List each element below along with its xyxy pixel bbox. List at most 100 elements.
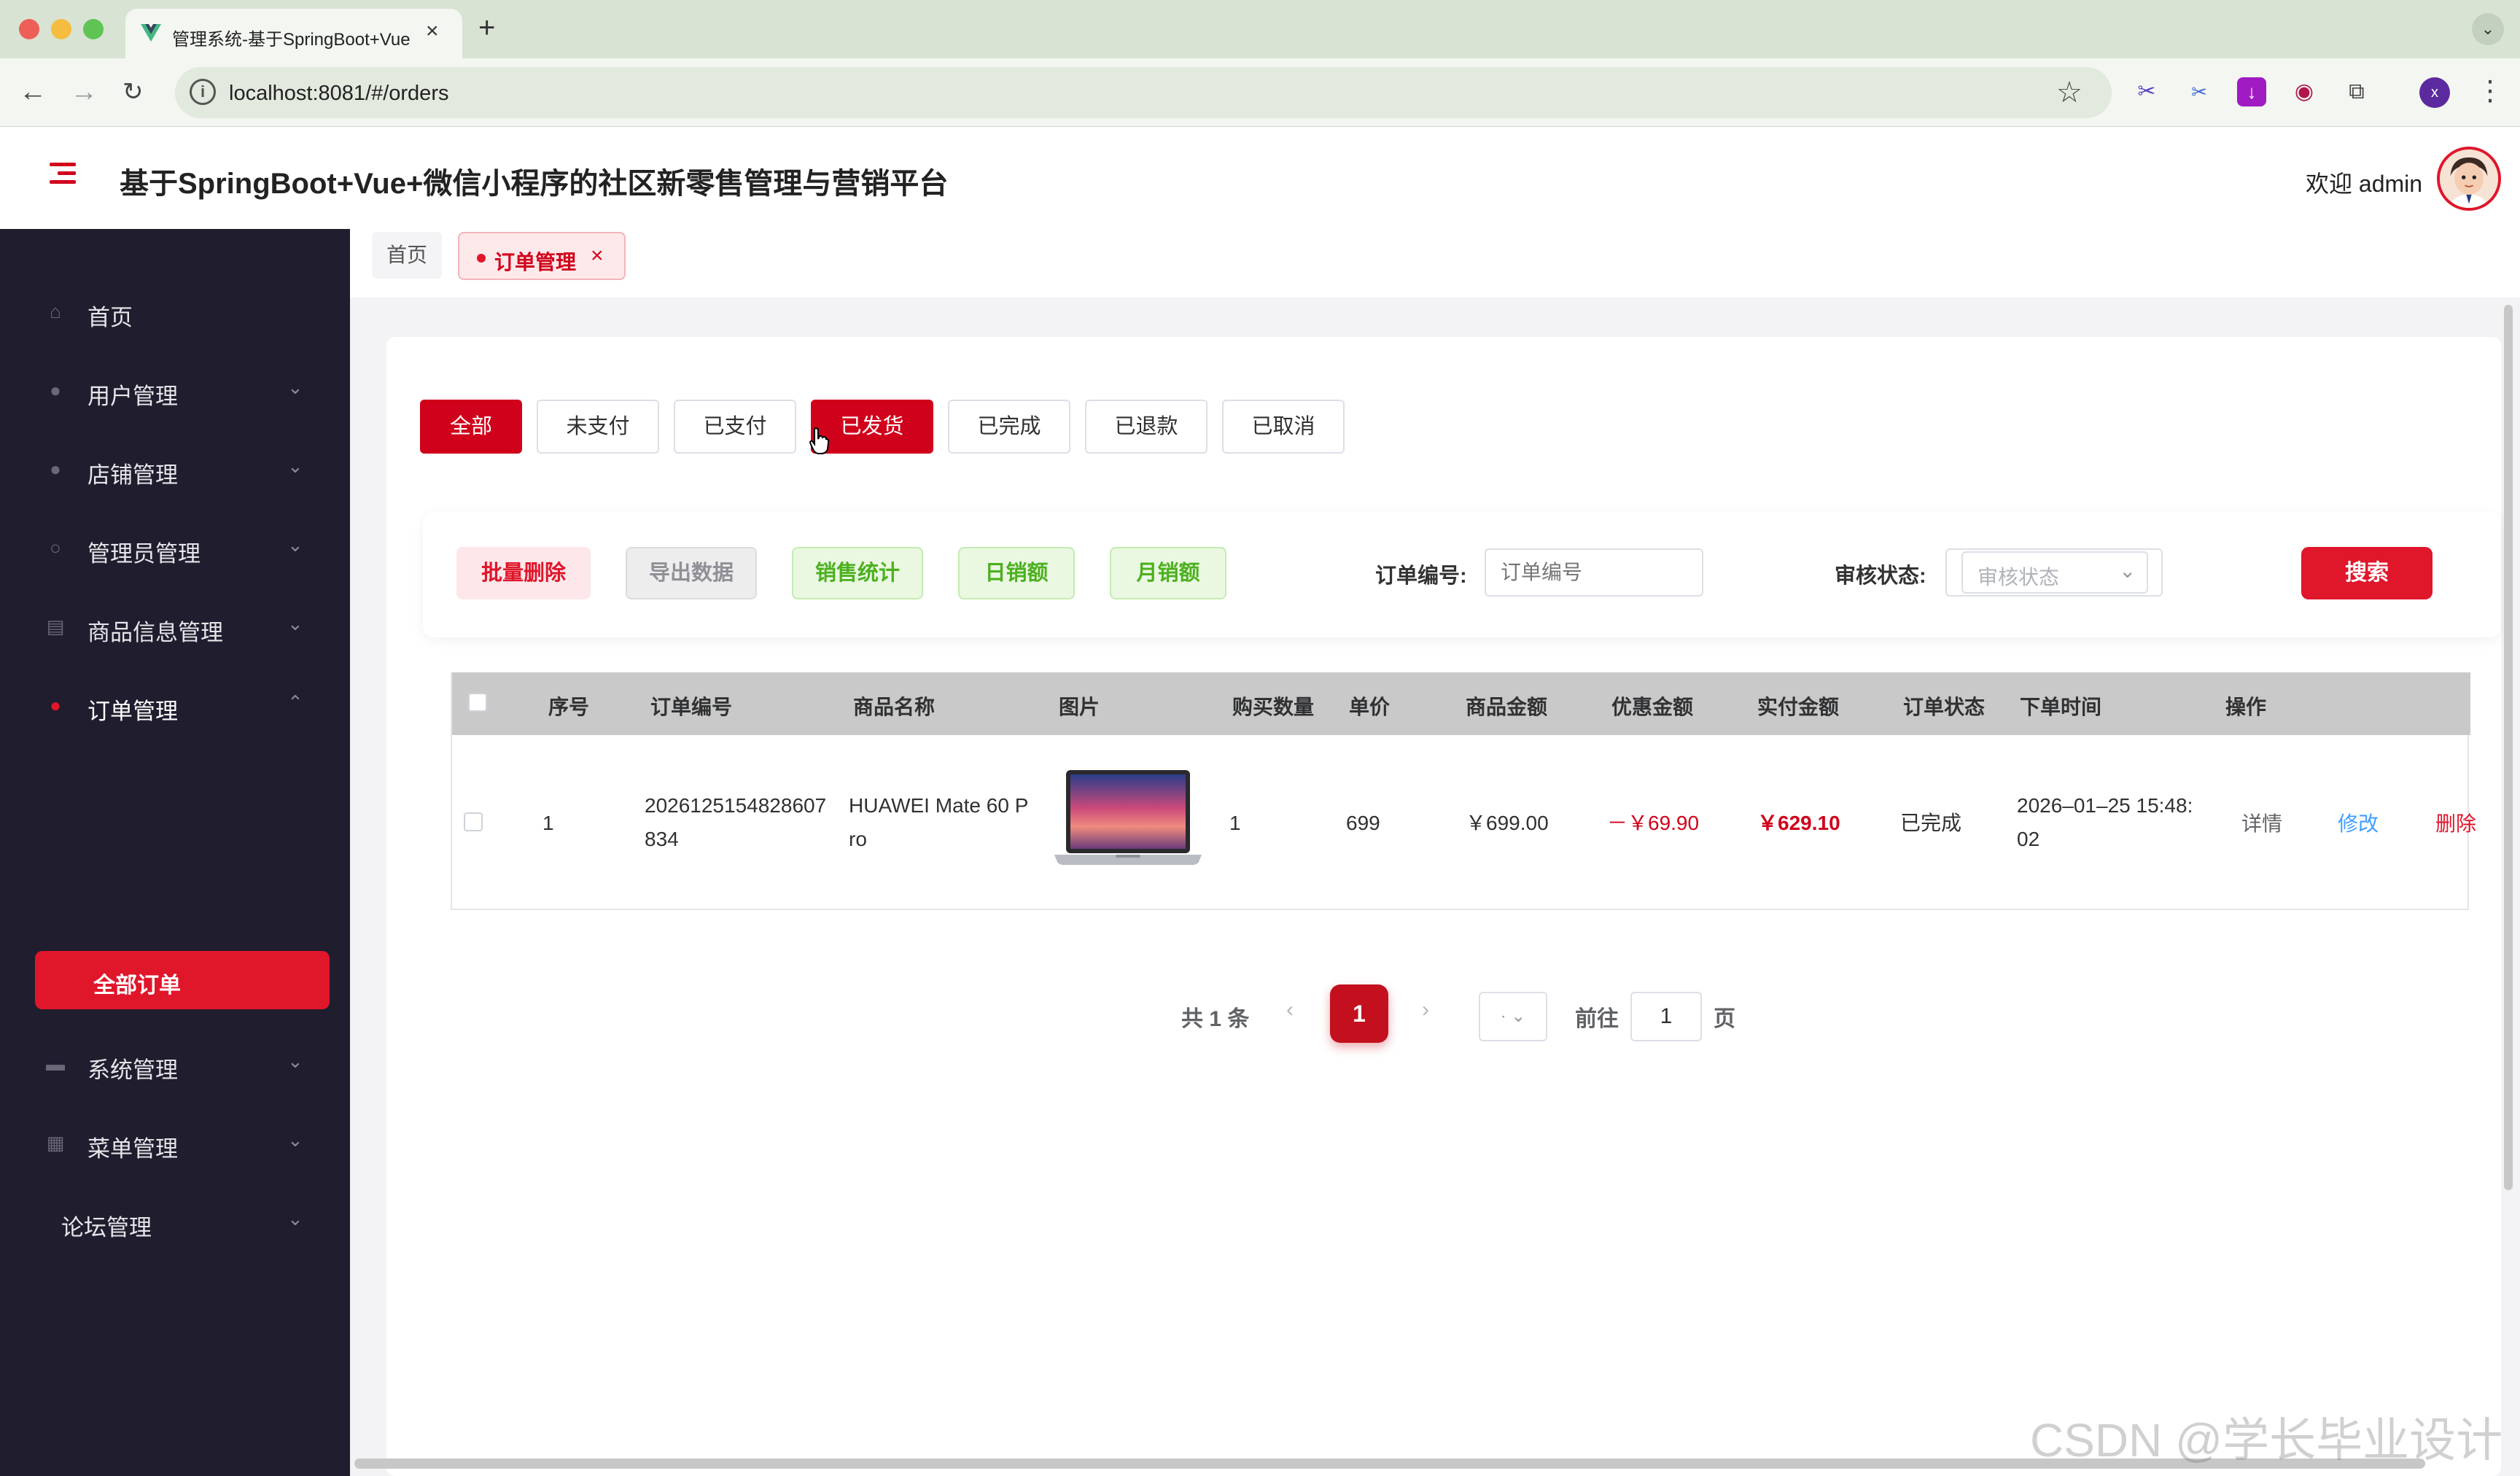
tab-orders[interactable]: 订单管理 ×	[458, 232, 626, 280]
row-checkbox[interactable]	[464, 812, 483, 831]
active-dot-icon	[477, 254, 486, 263]
vertical-scrollbar[interactable]	[2504, 305, 2513, 1190]
browser-tab[interactable]: 管理系统-基于SpringBoot+Vue ×	[125, 9, 462, 58]
column-header: 优惠金额	[1611, 696, 1694, 718]
extensions-puzzle-icon[interactable]: ⧉	[2342, 77, 2371, 106]
filter-cancelled-button[interactable]: 已取消	[1222, 400, 1345, 454]
column-header: 订单编号	[650, 696, 733, 718]
new-tab-icon[interactable]: +	[478, 12, 495, 44]
batch-delete-button[interactable]: 批量删除	[456, 547, 591, 599]
chevron-down-icon: ⌄	[287, 613, 303, 634]
tab-home[interactable]: 首页	[372, 232, 442, 279]
cell-status: 已完成	[1900, 812, 1962, 834]
tab-search-chevron-icon[interactable]: ⌄	[2472, 13, 2504, 45]
select-all-checkbox[interactable]	[468, 693, 487, 712]
scissors-extension-icon[interactable]: ✂	[2132, 77, 2161, 106]
back-icon[interactable]: ←	[19, 76, 47, 108]
sidebar-item-menus[interactable]: ▦ 菜单管理 ⌄	[0, 1110, 350, 1176]
daily-sales-button[interactable]: 日销额	[958, 547, 1075, 599]
cell-paid: ￥629.10	[1757, 812, 1840, 834]
sidebar-item-label: 管理员管理	[88, 541, 201, 567]
sidebar-item-products[interactable]: ▤ 商品信息管理 ⌄	[0, 594, 350, 659]
column-header: 序号	[548, 696, 590, 718]
clip-extension-icon[interactable]: ✂	[2185, 77, 2214, 106]
system-icon: ▬	[46, 1053, 65, 1075]
profile-avatar[interactable]: x	[2419, 77, 2450, 108]
column-header: 订单状态	[1903, 696, 1986, 718]
cell-amount: ￥699.00	[1466, 812, 1549, 834]
sidebar-item-system[interactable]: ▬ 系统管理 ⌄	[0, 1031, 350, 1097]
capture-extension-icon[interactable]: ◉	[2290, 77, 2319, 106]
column-header: 商品金额	[1466, 696, 1548, 718]
page-size-select[interactable]: · ⌄	[1479, 992, 1547, 1041]
goto-label: 前往	[1575, 1007, 1619, 1031]
sidebar-subitem-all-orders[interactable]: 全部订单	[35, 951, 330, 1009]
cell-unit-price: 699	[1346, 812, 1380, 834]
sales-stats-button[interactable]: 销售统计	[792, 547, 923, 599]
window-zoom-button[interactable]	[83, 19, 104, 39]
review-status-label: 审核状态:	[1835, 564, 1926, 588]
vue-logo-icon	[141, 24, 161, 42]
tab-close-icon[interactable]: ×	[591, 244, 604, 268]
filter-refunded-button[interactable]: 已退款	[1085, 400, 1208, 454]
review-status-select[interactable]: 审核状态 ⌄	[1945, 548, 2163, 597]
sidebar-item-orders[interactable]: ● 订单管理 ⌃	[0, 672, 350, 738]
product-image-laptop[interactable]	[1053, 769, 1203, 866]
page-number-current[interactable]: 1	[1330, 984, 1388, 1043]
cell-time-line: 02	[2017, 828, 2040, 850]
chevron-down-icon: ⌄	[287, 534, 303, 556]
sidebar-item-shops[interactable]: ● 店铺管理 ⌄	[0, 436, 350, 502]
prev-page-icon[interactable]: ‹	[1286, 998, 1294, 1022]
browser-menu-icon[interactable]: ⋮	[2476, 74, 2504, 107]
menu-grid-icon: ▦	[46, 1132, 65, 1154]
reload-icon[interactable]: ↻	[122, 76, 144, 108]
user-icon: ●	[50, 379, 61, 401]
menu-collapse-icon[interactable]	[50, 163, 76, 186]
monthly-sales-button[interactable]: 月销额	[1110, 547, 1226, 599]
order-no-label: 订单编号:	[1375, 564, 1467, 588]
tab-close-icon[interactable]: ×	[426, 19, 439, 44]
sidebar: ⌂ 首页 ● 用户管理 ⌄ ● 店铺管理 ⌄ ○ 管理员管理 ⌄ ▤ 商品信息管…	[0, 229, 350, 1476]
sidebar-item-label: 首页	[88, 305, 133, 330]
filter-unpaid-button[interactable]: 未支付	[537, 400, 659, 454]
cell-discount: －￥69.90	[1607, 812, 1700, 834]
column-header: 图片	[1059, 696, 1100, 718]
search-button[interactable]: 搜索	[2301, 547, 2432, 599]
goto-page-input[interactable]: 1	[1630, 992, 1702, 1041]
next-page-icon[interactable]: ›	[1422, 998, 1429, 1022]
download-extension-icon[interactable]: ↓	[2237, 77, 2266, 106]
window-minimize-button[interactable]	[51, 19, 71, 39]
filter-paid-button[interactable]: 已支付	[674, 400, 796, 454]
order-no-input[interactable]	[1485, 548, 1703, 597]
column-header: 操作	[2225, 696, 2267, 718]
table-header: 序号 订单编号 商品名称 图片 购买数量 单价 商品金额 优惠金额 实付金额 订…	[452, 672, 2470, 735]
pagination-total: 共 1 条	[1181, 1007, 1250, 1031]
sidebar-item-admins[interactable]: ○ 管理员管理 ⌄	[0, 515, 350, 580]
order-icon: ●	[50, 694, 61, 716]
cell-quantity: 1	[1229, 812, 1241, 834]
browser-tab-strip: 管理系统-基于SpringBoot+Vue × + ⌄	[0, 0, 2520, 58]
delete-link[interactable]: 删除	[2435, 808, 2476, 837]
filter-all-button[interactable]: 全部	[420, 400, 522, 454]
forward-icon[interactable]: →	[70, 76, 98, 108]
window-close-button[interactable]	[19, 19, 39, 39]
tab-breadcrumb-bar: 首页 订单管理 ×	[350, 229, 2520, 298]
sidebar-item-users[interactable]: ● 用户管理 ⌄	[0, 357, 350, 423]
bookmark-star-icon[interactable]: ☆	[2056, 76, 2082, 109]
export-button[interactable]: 导出数据	[626, 547, 757, 599]
sidebar-item-label: 店铺管理	[88, 462, 178, 488]
chevron-down-icon: ⌄	[287, 376, 303, 398]
cell-product-line: ro	[849, 828, 867, 850]
sidebar-item-home[interactable]: ⌂ 首页	[0, 279, 350, 344]
filter-completed-button[interactable]: 已完成	[948, 400, 1070, 454]
user-avatar[interactable]	[2437, 147, 2501, 211]
sidebar-item-label: 订单管理	[88, 699, 178, 724]
edit-link[interactable]: 修改	[2338, 808, 2379, 837]
site-info-icon[interactable]: i	[190, 79, 216, 105]
user-icon: ●	[50, 458, 61, 480]
review-status-dropdown[interactable]: 审核状态 ⌄	[1961, 551, 2148, 594]
sidebar-item-forum[interactable]: 论坛管理 ⌄	[0, 1189, 350, 1254]
detail-link[interactable]: 详情	[2241, 808, 2282, 837]
address-bar[interactable]: i localhost:8081/#/orders ☆	[175, 67, 2112, 118]
mouse-pointer-icon	[809, 427, 830, 454]
